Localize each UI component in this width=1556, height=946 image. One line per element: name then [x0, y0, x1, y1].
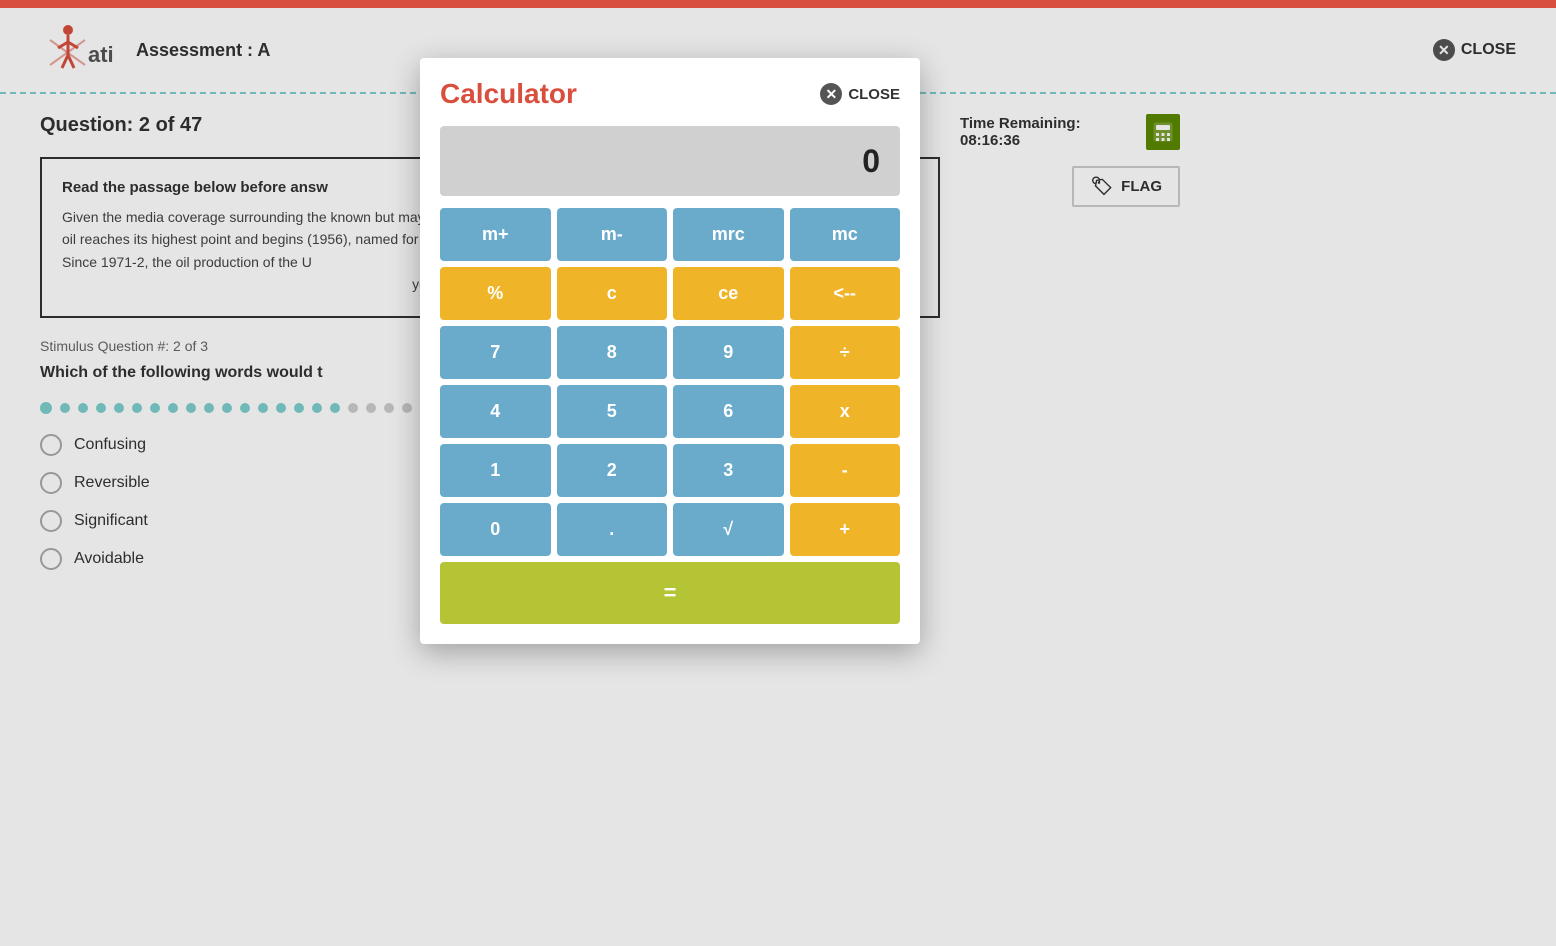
calc-btn-[interactable]: . [557, 503, 668, 556]
calc-btn-8[interactable]: 8 [557, 326, 668, 379]
calc-btn-ce[interactable]: ce [673, 267, 784, 320]
calc-btn-5[interactable]: 5 [557, 385, 668, 438]
calc-btn-[interactable]: = [440, 562, 900, 624]
calc-btn-mc[interactable]: mc [790, 208, 901, 261]
calc-btn-mrc[interactable]: mrc [673, 208, 784, 261]
calc-btn-[interactable]: - [790, 444, 901, 497]
calc-header: Calculator ✕ CLOSE [440, 78, 900, 110]
calc-btn-x[interactable]: x [790, 385, 901, 438]
calc-close-label: CLOSE [848, 86, 900, 103]
calc-btn-4[interactable]: 4 [440, 385, 551, 438]
top-bar [0, 0, 1556, 8]
calc-btn-m[interactable]: m+ [440, 208, 551, 261]
calc-btn-2[interactable]: 2 [557, 444, 668, 497]
calc-btn-1[interactable]: 1 [440, 444, 551, 497]
calc-display: 0 [440, 126, 900, 196]
calc-title: Calculator [440, 78, 577, 110]
calc-btn-0[interactable]: 0 [440, 503, 551, 556]
calc-btn-[interactable]: + [790, 503, 901, 556]
calc-display-value: 0 [862, 143, 880, 180]
calc-btn-3[interactable]: 3 [673, 444, 784, 497]
calc-btn-[interactable]: % [440, 267, 551, 320]
calc-close-button[interactable]: ✕ CLOSE [820, 83, 900, 105]
calc-btn-[interactable]: √ [673, 503, 784, 556]
calc-btn-[interactable]: <-- [790, 267, 901, 320]
calc-btn-9[interactable]: 9 [673, 326, 784, 379]
calc-btn-c[interactable]: c [557, 267, 668, 320]
calc-close-circle-icon: ✕ [820, 83, 842, 105]
calc-btn-6[interactable]: 6 [673, 385, 784, 438]
calc-btn-m[interactable]: m- [557, 208, 668, 261]
main-container: ati Assessment : A ✕ CLOSE Question: 2 o… [0, 8, 1556, 946]
calculator-modal: Calculator ✕ CLOSE 0 m+m-mrcmc%cce<-- 789… [420, 58, 920, 644]
calc-grid: m+m-mrcmc%cce<-- 789÷ 456x 123- 0.√+ = [440, 208, 900, 624]
calc-btn-[interactable]: ÷ [790, 326, 901, 379]
calc-btn-7[interactable]: 7 [440, 326, 551, 379]
